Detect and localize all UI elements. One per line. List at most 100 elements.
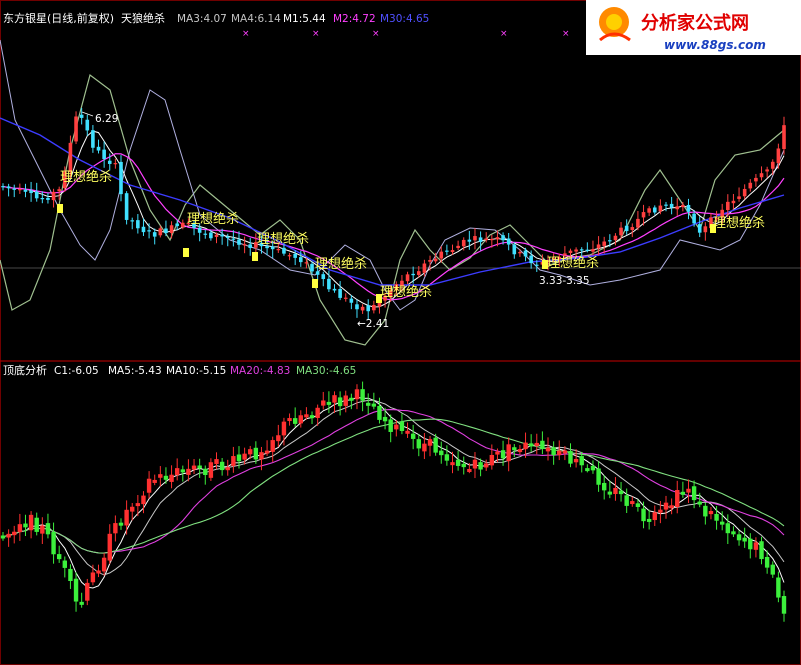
indicator-name: 天狼绝杀 <box>121 11 165 25</box>
candle-body <box>355 304 359 310</box>
candle-body <box>141 226 146 233</box>
candle-body <box>669 203 674 208</box>
candle-body <box>1 186 5 188</box>
ma20-value: MA20:-4.83 <box>230 365 290 377</box>
candle-body <box>68 142 73 173</box>
candle-body <box>46 197 50 200</box>
candle-body <box>416 271 421 275</box>
candle-body <box>310 263 314 272</box>
candle-body <box>596 468 601 485</box>
candle-body <box>113 523 118 534</box>
ma30-value: MA30:-4.65 <box>296 365 356 377</box>
candle-body <box>585 468 590 472</box>
candle-body <box>416 439 421 449</box>
candle-body <box>636 218 640 228</box>
candle-body <box>405 274 410 282</box>
candle-body <box>675 206 680 210</box>
candle-body <box>377 405 382 420</box>
candle-body <box>135 503 141 507</box>
candle-body <box>467 239 472 242</box>
candle-body <box>68 568 73 582</box>
candle-body <box>647 208 651 213</box>
ma4-value: MA4:6.14 <box>231 13 281 25</box>
candle-body <box>781 596 787 614</box>
candle-body <box>770 564 775 575</box>
bottom-candles <box>0 381 787 622</box>
top-ma-lines <box>0 117 785 308</box>
candle-body <box>28 514 34 531</box>
candle-body <box>349 298 354 303</box>
candle-body <box>51 532 56 555</box>
candle-body <box>23 189 28 192</box>
candle-body <box>107 533 112 561</box>
candle-body <box>484 463 489 468</box>
candle-body <box>34 517 39 532</box>
candle-body <box>551 447 556 456</box>
candle-body <box>433 437 438 453</box>
candle-body <box>119 161 123 195</box>
candle-body <box>708 511 714 515</box>
candle-body <box>158 228 163 236</box>
signal-label: 理想绝杀 <box>547 255 599 271</box>
candle-body <box>191 465 197 470</box>
candle-body <box>719 521 725 525</box>
cycle-mark: × <box>242 29 250 39</box>
candle-body <box>242 244 247 246</box>
candle-body <box>456 245 460 249</box>
candle-body <box>518 252 522 254</box>
candle-body <box>731 200 736 204</box>
ma20-line <box>2 409 785 554</box>
candle-body <box>315 407 320 418</box>
signal-label: 理想绝杀 <box>60 169 112 185</box>
candle-body <box>697 224 702 233</box>
signal-label: 理想绝杀 <box>257 231 309 247</box>
candle-body <box>124 193 129 220</box>
bottom-ma-lines <box>2 396 785 589</box>
candle-body <box>495 237 500 240</box>
candle-body <box>472 459 478 469</box>
candle-body <box>220 234 224 237</box>
candle-body <box>529 255 533 264</box>
candle-body <box>248 449 253 455</box>
candle-body <box>652 207 657 213</box>
candle-body <box>304 414 309 418</box>
candle-body <box>433 258 438 262</box>
candle-body <box>231 456 236 466</box>
candle-body <box>646 518 652 522</box>
candle-body <box>489 454 495 466</box>
candle-body <box>208 462 214 478</box>
signal-label: 理想绝杀 <box>380 284 432 300</box>
candle-body <box>169 225 174 234</box>
candle-body <box>57 189 61 192</box>
signal-marker <box>312 279 318 288</box>
signal-marker <box>183 248 189 257</box>
candle-body <box>338 288 342 298</box>
site-watermark: 分析家公式网 www.88gs.com <box>586 0 801 55</box>
candle-body <box>736 534 742 541</box>
candle-body <box>174 468 180 476</box>
candle-body <box>624 225 629 232</box>
candle-body <box>675 490 680 508</box>
candle-body <box>264 450 270 454</box>
candle-body <box>680 491 686 495</box>
candle-body <box>428 260 432 262</box>
candle-body <box>714 513 719 521</box>
candle-body <box>731 531 736 535</box>
candle-body <box>759 541 764 560</box>
candle-body <box>602 241 607 246</box>
ma3-value: MA3:4.07 <box>177 13 227 25</box>
candle-body <box>45 523 51 535</box>
candle-body <box>130 220 135 222</box>
candle-body <box>91 130 95 148</box>
candle-body <box>12 531 17 536</box>
low-label: ←2.41 <box>357 318 389 330</box>
candle-body <box>73 578 79 602</box>
candle-body <box>169 474 174 482</box>
candle-body <box>759 173 764 178</box>
candle-body <box>686 488 691 493</box>
candle-body <box>141 495 146 505</box>
high-label: 6.29 <box>95 113 118 125</box>
candle-body <box>214 459 219 464</box>
candle-body <box>298 415 303 424</box>
candle-body <box>754 177 758 182</box>
